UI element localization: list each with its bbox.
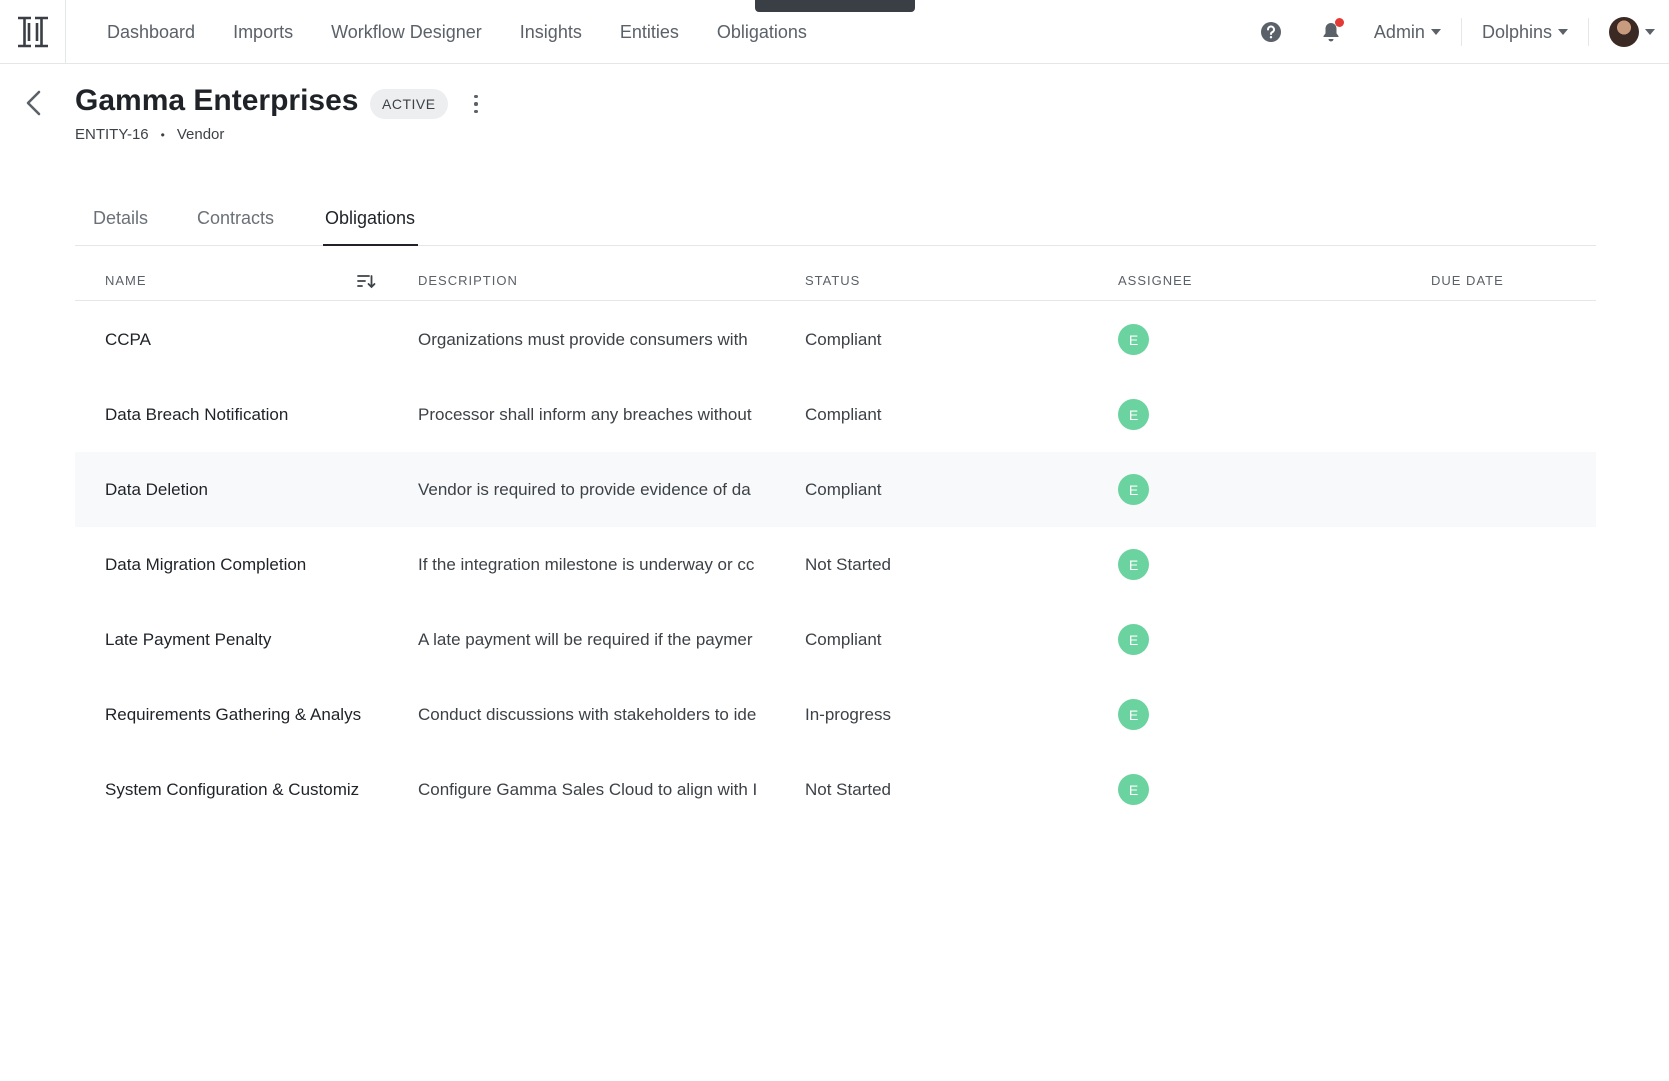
column-header-due-date[interactable]: DUE DATE — [1431, 273, 1504, 288]
admin-label: Admin — [1373, 21, 1425, 42]
obligation-description: If the integration milestone is underway… — [418, 554, 755, 574]
assignee-cell: E — [1118, 677, 1178, 752]
table-row[interactable]: System Configuration & Customiz Configur… — [75, 752, 1596, 827]
status-badge: ACTIVE — [370, 89, 448, 119]
logo-icon[interactable] — [0, 0, 66, 64]
active-tab-indicator — [323, 244, 418, 246]
assignee-cell: E — [1118, 452, 1178, 527]
table-row[interactable]: Requirements Gathering & Analys Conduct … — [75, 677, 1596, 752]
org-dropdown[interactable]: Dolphins — [1482, 22, 1568, 43]
assignee-avatar[interactable]: E — [1118, 774, 1149, 805]
entity-tabs: Details Contracts Obligations — [75, 196, 1596, 246]
obligation-status: Not Started — [805, 554, 891, 574]
table-row[interactable]: Late Payment Penalty A late payment will… — [75, 602, 1596, 677]
nav-entities[interactable]: Entities — [610, 22, 689, 43]
divider — [1588, 18, 1589, 46]
assignee-cell: E — [1118, 302, 1178, 377]
nav-insights[interactable]: Insights — [510, 22, 592, 43]
assignee-avatar[interactable]: E — [1118, 474, 1149, 505]
table-row[interactable]: Data Migration Completion If the integra… — [75, 527, 1596, 602]
table-header: NAME DESCRIPTION STATUS ASSIGNEE DUE DAT… — [75, 265, 1596, 301]
nav-workflow-designer[interactable]: Workflow Designer — [321, 22, 492, 43]
obligation-status: Compliant — [805, 329, 882, 349]
obligation-description: Configure Gamma Sales Cloud to align wit… — [418, 779, 758, 799]
chevron-down-icon — [1645, 29, 1655, 35]
table-row[interactable]: Data Deletion Vendor is required to prov… — [75, 452, 1596, 527]
table-row[interactable]: CCPA Organizations must provide consumer… — [75, 302, 1596, 377]
nav-right: Admin Dolphins — [1254, 0, 1669, 64]
tab-contracts[interactable]: Contracts — [197, 208, 274, 229]
assignee-cell: E — [1118, 752, 1178, 827]
assignee-avatar[interactable]: E — [1118, 399, 1149, 430]
obligation-description: Vendor is required to provide evidence o… — [418, 479, 751, 499]
column-header-name[interactable]: NAME — [105, 273, 147, 288]
obligation-name: CCPA — [105, 329, 151, 349]
entity-id: ENTITY-16 — [75, 126, 149, 143]
assignee-cell: E — [1118, 377, 1178, 452]
help-icon[interactable] — [1254, 15, 1288, 49]
top-nav: Dashboard Imports Workflow Designer Insi… — [0, 0, 1669, 64]
tab-obligations[interactable]: Obligations — [325, 208, 415, 229]
page-title: Gamma Enterprises — [75, 84, 359, 117]
obligation-name: Late Payment Penalty — [105, 629, 272, 649]
entity-meta: ENTITY-16 • Vendor — [75, 126, 224, 143]
assignee-avatar[interactable]: E — [1118, 699, 1149, 730]
bell-icon[interactable] — [1314, 15, 1348, 49]
user-menu[interactable] — [1609, 17, 1655, 47]
obligation-description: Conduct discussions with stakeholders to… — [418, 704, 757, 724]
obligation-name: Data Migration Completion — [105, 554, 307, 574]
obligation-status: In-progress — [805, 704, 891, 724]
admin-dropdown[interactable]: Admin — [1374, 22, 1441, 43]
chevron-down-icon — [1558, 29, 1568, 35]
nav-dashboard[interactable]: Dashboard — [97, 22, 205, 43]
obligation-name: Data Deletion — [105, 479, 209, 499]
assignee-avatar[interactable]: E — [1118, 549, 1149, 580]
avatar — [1609, 17, 1639, 47]
obligation-description: Organizations must provide consumers wit… — [418, 329, 748, 349]
obligation-name: Data Breach Notification — [105, 404, 289, 424]
org-label: Dolphins — [1481, 21, 1552, 42]
more-options-icon[interactable] — [464, 90, 488, 118]
nav-imports[interactable]: Imports — [223, 22, 303, 43]
table-row[interactable]: Data Breach Notification Processor shall… — [75, 377, 1596, 452]
tab-details[interactable]: Details — [93, 208, 148, 229]
column-header-assignee[interactable]: ASSIGNEE — [1118, 273, 1192, 288]
assignee-avatar[interactable]: E — [1118, 324, 1149, 355]
entity-type: Vendor — [176, 126, 225, 143]
obligation-name: Requirements Gathering & Analys — [105, 704, 362, 724]
obligation-name: System Configuration & Customiz — [105, 779, 360, 799]
column-header-status[interactable]: STATUS — [805, 273, 860, 288]
notification-dot — [1334, 18, 1344, 27]
assignee-cell: E — [1118, 527, 1178, 602]
obligation-status: Compliant — [805, 629, 882, 649]
main-nav: Dashboard Imports Workflow Designer Insi… — [88, 0, 826, 64]
divider — [1460, 18, 1462, 46]
sort-icon[interactable] — [355, 271, 377, 291]
obligation-status: Compliant — [805, 479, 882, 499]
obligation-description: Processor shall inform any breaches with… — [418, 404, 752, 424]
obligation-status: Not Started — [805, 779, 891, 799]
obligation-description: A late payment will be required if the p… — [418, 629, 753, 649]
assignee-avatar[interactable]: E — [1118, 624, 1149, 655]
separator: • — [160, 127, 165, 142]
chevron-down-icon — [1430, 29, 1441, 35]
obligation-status: Compliant — [805, 404, 882, 424]
column-header-description[interactable]: DESCRIPTION — [418, 273, 518, 288]
assignee-cell: E — [1118, 602, 1178, 677]
back-arrow-icon[interactable] — [22, 88, 48, 118]
nav-obligations[interactable]: Obligations — [707, 22, 817, 43]
